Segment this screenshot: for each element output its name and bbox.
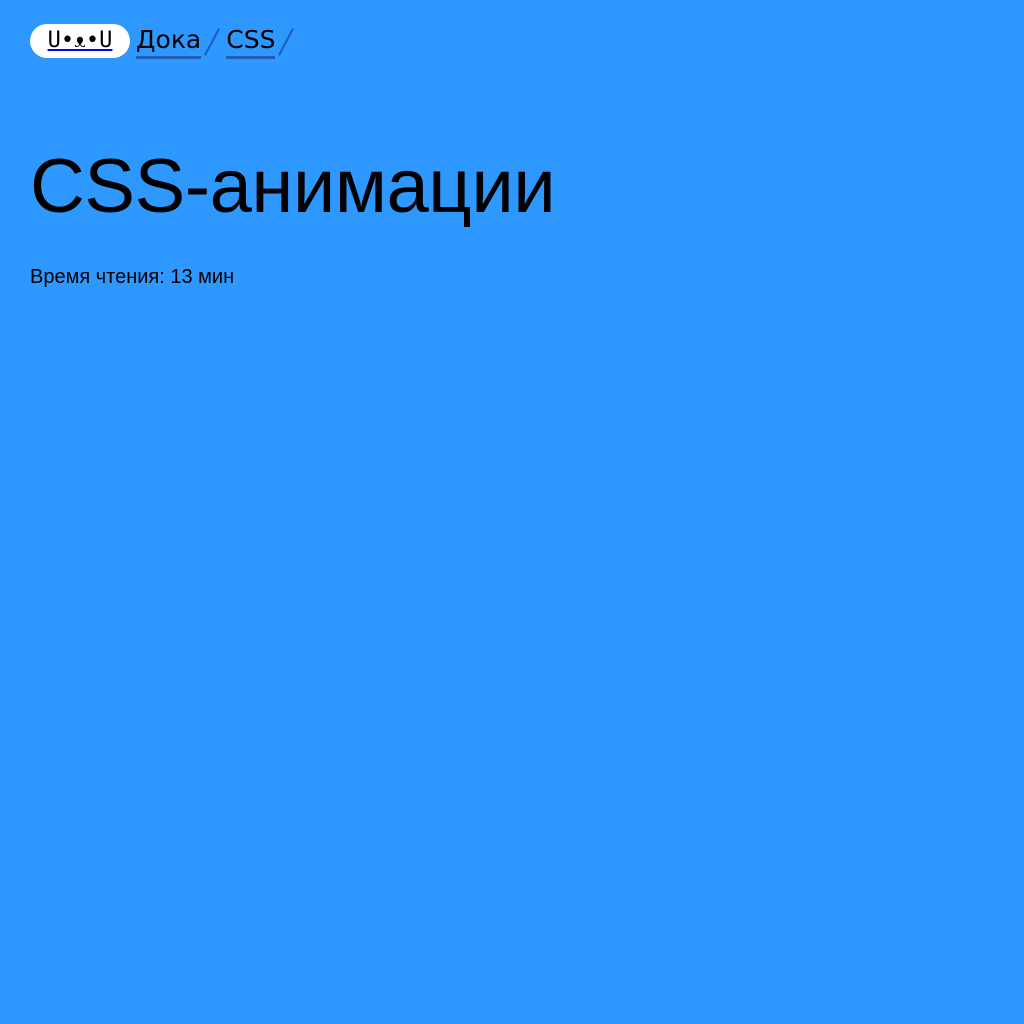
reading-time: Время чтения: 13 мин <box>30 266 235 288</box>
site-header: U•ᴥ•U Дока CSS <box>30 24 300 60</box>
breadcrumb: Дока CSS <box>130 24 300 59</box>
breadcrumb-home-link[interactable]: Дока <box>136 24 202 59</box>
breadcrumb-separator-icon <box>287 24 288 58</box>
breadcrumb-section-link[interactable]: CSS <box>226 24 276 59</box>
site-logo[interactable]: U•ᴥ•U <box>30 24 130 58</box>
logo-text: U•ᴥ•U <box>47 28 113 53</box>
page-title: CSS-анимации <box>30 144 556 229</box>
breadcrumb-separator-icon <box>213 24 214 58</box>
